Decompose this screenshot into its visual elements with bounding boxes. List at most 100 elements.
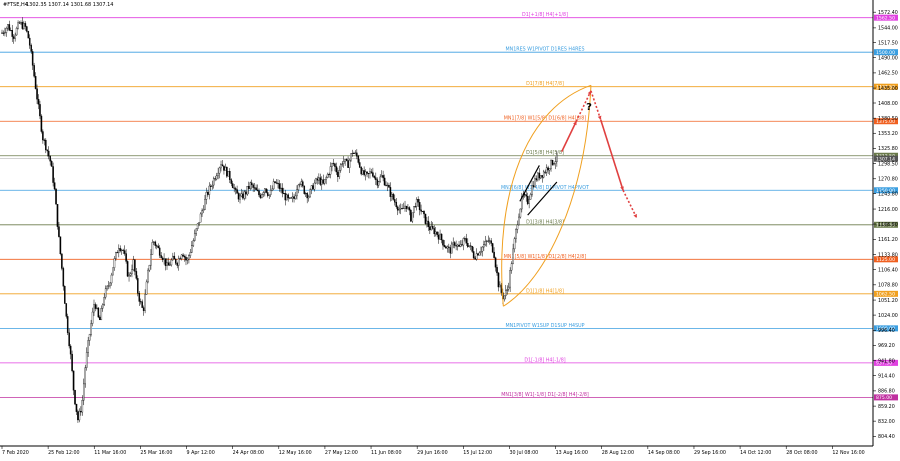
y-tick-label: 941.80 xyxy=(878,358,895,364)
candle-body xyxy=(347,160,349,168)
candle-body xyxy=(71,353,73,372)
candle-body xyxy=(360,167,362,175)
candle-body xyxy=(475,253,478,260)
x-tick-label: 14 Sep 08:00 xyxy=(648,450,680,456)
candle-body xyxy=(74,390,76,405)
candle-body xyxy=(269,190,272,196)
candle-body xyxy=(430,226,433,231)
candle-body xyxy=(453,242,456,246)
candle-body xyxy=(246,186,249,195)
x-tick-label: 15 Jul 12:00 xyxy=(463,450,492,456)
candle-body xyxy=(47,150,50,157)
candle-body xyxy=(243,191,246,199)
level-price-tag: 1062.50 xyxy=(876,292,895,298)
candle-body xyxy=(26,26,28,32)
candle-body xyxy=(30,45,32,52)
candle-body xyxy=(278,183,281,189)
candle-body xyxy=(253,187,256,189)
candle-body xyxy=(474,257,476,260)
candle-body xyxy=(461,244,463,246)
candle-body xyxy=(64,286,66,304)
candle-body xyxy=(61,253,63,269)
level-price-tag: 1562.50 xyxy=(876,15,895,21)
candle-body xyxy=(284,193,287,201)
candle-body xyxy=(429,226,431,231)
candle-body xyxy=(554,161,557,164)
candle-body xyxy=(379,176,381,182)
candle-body xyxy=(33,65,35,77)
candle-body xyxy=(128,275,130,277)
candle-body xyxy=(538,172,541,179)
candle-body xyxy=(256,189,259,191)
candle-body xyxy=(148,264,151,271)
candle-body xyxy=(383,177,386,186)
candle-body xyxy=(173,255,176,260)
candle-body xyxy=(161,257,164,260)
candle-body xyxy=(172,255,174,261)
candle-body xyxy=(341,163,344,165)
y-tick-label: 1161.20 xyxy=(878,237,898,243)
candle-body xyxy=(287,194,289,199)
candle-body xyxy=(392,193,395,200)
candle-body xyxy=(348,159,351,168)
candle-body xyxy=(36,88,38,100)
candle-body xyxy=(484,241,487,245)
y-tick-label: 1106.40 xyxy=(878,267,898,273)
candle-body xyxy=(385,184,387,186)
candle-body xyxy=(42,131,44,141)
candle-body xyxy=(497,272,500,288)
candle-body xyxy=(116,252,119,254)
y-tick-label: 804.40 xyxy=(878,434,895,440)
candle-body xyxy=(69,345,72,355)
candle-body xyxy=(445,246,447,249)
x-tick-label: 27 May 12:00 xyxy=(325,450,358,456)
candle-body xyxy=(515,229,517,239)
candle-body xyxy=(58,226,60,237)
candle-body xyxy=(377,181,380,186)
candle-body xyxy=(532,185,535,187)
candle-body xyxy=(303,185,306,194)
ohlc-label: 1302.35 1307.14 1301.68 1307.14 xyxy=(26,2,113,8)
candle-body xyxy=(488,240,491,242)
candle-body xyxy=(356,152,358,157)
candle-body xyxy=(540,175,542,179)
level-label: D1[7/8] H4[7/8] xyxy=(526,81,564,87)
candle-body xyxy=(534,178,536,187)
candle-body xyxy=(255,187,257,191)
y-tick-label: 1325.80 xyxy=(878,146,898,152)
candle-body xyxy=(345,159,348,161)
x-tick-label: 29 Sep 16:00 xyxy=(694,450,726,456)
y-tick-label: 832.00 xyxy=(878,419,895,425)
candle-body xyxy=(285,194,288,201)
candle-body xyxy=(217,172,219,176)
candle-body xyxy=(496,267,498,274)
candle-body xyxy=(266,192,269,196)
candle-body xyxy=(370,171,373,173)
candle-body xyxy=(325,177,327,180)
candle-body xyxy=(335,166,338,173)
candle-body xyxy=(386,184,389,186)
candle-body xyxy=(518,216,520,226)
candle-body xyxy=(434,231,437,235)
candle-body xyxy=(388,184,390,188)
candle-body xyxy=(268,194,270,196)
candle-body xyxy=(372,172,374,177)
candle-body xyxy=(236,189,238,194)
candle-body xyxy=(201,210,203,215)
candle-body xyxy=(271,188,273,191)
y-tick-label: 859.20 xyxy=(878,404,895,410)
candle-body xyxy=(265,188,268,193)
candle-body xyxy=(291,196,294,199)
x-tick-label: 11 Jun 08:00 xyxy=(371,450,401,456)
candle-body xyxy=(357,156,360,163)
y-tick-label: 1517.50 xyxy=(878,40,898,46)
candle-body xyxy=(84,367,87,385)
candle-body xyxy=(507,286,510,290)
candle-body xyxy=(180,254,183,259)
candle-body xyxy=(81,399,84,413)
candle-body xyxy=(96,307,98,309)
candle-body xyxy=(87,340,89,353)
candle-body xyxy=(208,185,211,195)
candle-body xyxy=(88,334,91,341)
candle-body xyxy=(156,245,158,247)
